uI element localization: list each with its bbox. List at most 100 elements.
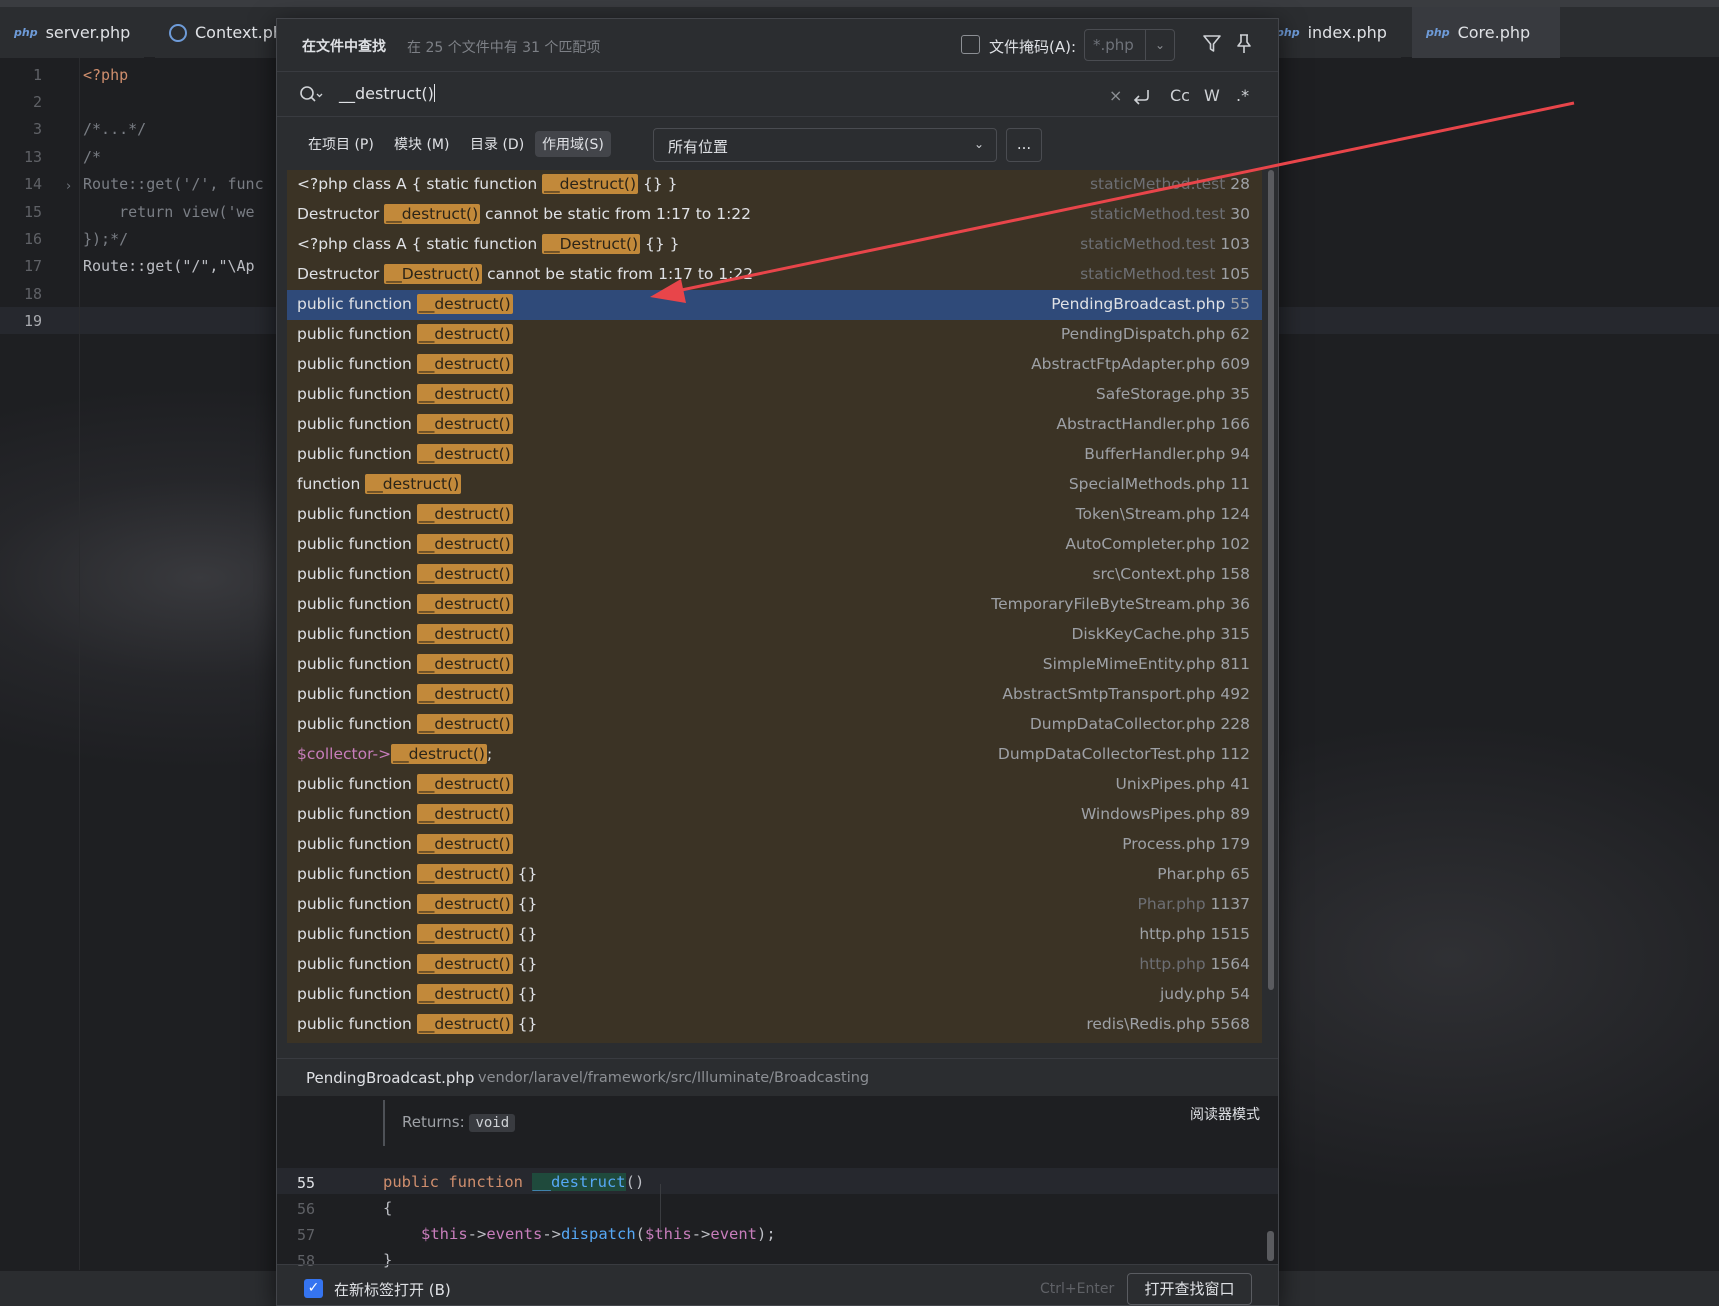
result-match-highlight: __destruct() <box>391 744 487 764</box>
result-row[interactable]: public function __destruct() Process.php … <box>287 830 1262 860</box>
result-snippet: public function __destruct() <box>297 684 513 704</box>
file-mask-input[interactable]: *.php <box>1084 29 1146 61</box>
result-row[interactable]: public function __destruct() PendingDispa… <box>287 320 1262 350</box>
result-line: 89 <box>1230 805 1250 823</box>
result-snippet: public function __destruct() {} <box>297 864 537 884</box>
scope-module[interactable]: 模块 (M) <box>387 131 456 157</box>
keyword: public function <box>383 1173 533 1191</box>
line-number: 3 <box>32 120 42 138</box>
result-row[interactable]: public function __destruct() BufferHandle… <box>287 440 1262 470</box>
fold-chevron-icon[interactable]: › <box>66 179 71 194</box>
open-in-new-tab-label[interactable]: 在新标签打开 (B) <box>334 1279 451 1300</box>
search-query: __destruct() <box>339 84 434 103</box>
result-snippet: public function __destruct() <box>297 594 513 614</box>
result-file: Phar.php <box>1157 865 1226 883</box>
result-row[interactable]: public function __destruct() {} redis\Red… <box>287 1010 1262 1040</box>
code-op: -> <box>691 1225 711 1243</box>
tab-core-php[interactable]: php Core.php <box>1412 7 1560 58</box>
tab-server-php[interactable]: php server.php <box>0 7 145 58</box>
result-row[interactable]: public function __destruct() SafeStorage.… <box>287 380 1262 410</box>
result-row[interactable]: public function __destruct() AbstractFtpA… <box>287 350 1262 380</box>
open-find-window-button[interactable]: 打开查找窗口 <box>1127 1273 1252 1305</box>
result-match-highlight: __destruct() <box>416 864 513 884</box>
preview-scrollbar[interactable] <box>1267 1231 1274 1261</box>
result-snippet: public function __destruct() <box>297 534 513 554</box>
result-line: 11 <box>1230 475 1250 493</box>
result-row[interactable]: function __destruct() SpecialMethods.php … <box>287 470 1262 500</box>
result-location: UnixPipes.php 41 <box>1115 775 1250 793</box>
result-row[interactable]: public function __destruct() {} http.php … <box>287 920 1262 950</box>
result-row[interactable]: public function __destruct() {} http.php … <box>287 950 1262 980</box>
whole-words-button[interactable]: W <box>1204 86 1220 105</box>
file-mask-dropdown-icon[interactable]: ⌄ <box>1145 29 1175 61</box>
result-snippet: public function __destruct() <box>297 834 513 854</box>
result-match-highlight: __destruct() <box>416 1014 513 1034</box>
result-line: 811 <box>1220 655 1250 673</box>
result-row[interactable]: Destructor __destruct() cannot be static… <box>287 200 1262 230</box>
result-row[interactable]: public function __destruct() AutoComplete… <box>287 530 1262 560</box>
result-match-highlight: __destruct() <box>416 594 513 614</box>
code-var: $this <box>421 1225 468 1243</box>
code-line: <?php <box>83 66 129 84</box>
result-location: judy.php 54 <box>1160 985 1250 1003</box>
result-row[interactable]: public function __destruct() AbstractSmtp… <box>287 680 1262 710</box>
regex-button[interactable]: .* <box>1236 86 1249 105</box>
code-line-folded[interactable]: /*...*/ <box>83 120 146 138</box>
line-number: 18 <box>23 285 42 303</box>
reader-mode-button[interactable]: 阅读器模式 <box>1190 1104 1260 1124</box>
result-row[interactable]: public function __destruct() SimpleMimeEn… <box>287 650 1262 680</box>
result-row[interactable]: <?php class A { static function __Destru… <box>287 230 1262 260</box>
scope-select[interactable]: 所有位置 ⌄ <box>653 128 997 162</box>
result-row[interactable]: public function __destruct() DiskKeyCache… <box>287 620 1262 650</box>
result-match-highlight: __destruct() <box>365 474 462 494</box>
result-row[interactable]: <?php class A { static function __destru… <box>287 170 1262 200</box>
dialog-header[interactable]: 在文件中查找 在 25 个文件中有 31 个匹配项 文件掩码(A): *.php… <box>277 19 1278 71</box>
results-list[interactable]: <?php class A { static function __destru… <box>287 170 1262 1043</box>
result-line: 158 <box>1220 565 1250 583</box>
search-input[interactable]: __destruct() <box>339 84 939 103</box>
search-row: __destruct() × Cc W .* <box>277 71 1278 117</box>
result-row[interactable]: public function __destruct() src\Context.… <box>287 560 1262 590</box>
clear-search-icon[interactable]: × <box>1109 86 1122 105</box>
result-row[interactable]: public function __destruct() {} Phar.php … <box>287 860 1262 890</box>
result-row[interactable]: $collector-> __destruct(); DumpDataCollect… <box>287 740 1262 770</box>
preview-line-number: 55 <box>297 1174 316 1192</box>
result-match-highlight: __destruct() <box>416 414 513 434</box>
result-location: redis\Redis.php 5568 <box>1086 1015 1250 1033</box>
result-line: 1564 <box>1210 955 1250 973</box>
result-prefix: public function <box>297 865 417 883</box>
file-mask-checkbox[interactable] <box>961 35 980 54</box>
new-line-icon[interactable] <box>1132 88 1152 106</box>
search-history-icon[interactable] <box>299 85 323 105</box>
code-preview[interactable]: Returns: void 阅读器模式 55 56 57 58 public f… <box>277 1096 1278 1270</box>
result-match-highlight: __destruct() <box>416 384 513 404</box>
open-in-new-tab-checkbox[interactable]: ✓ <box>304 1279 323 1298</box>
result-match-highlight: __destruct() <box>416 294 513 314</box>
result-row[interactable]: public function __destruct() {} judy.php … <box>287 980 1262 1010</box>
tab-index-php[interactable]: php index.php <box>1262 7 1401 58</box>
result-row[interactable]: public function __destruct() UnixPipes.ph… <box>287 770 1262 800</box>
results-scrollbar[interactable] <box>1268 170 1274 990</box>
result-row[interactable]: public function __destruct() TemporaryFil… <box>287 590 1262 620</box>
pin-icon[interactable] <box>1235 33 1253 55</box>
scope-custom[interactable]: 作用域(S) <box>535 131 611 157</box>
result-snippet: public function __destruct() <box>297 654 513 674</box>
filter-icon[interactable] <box>1202 33 1222 55</box>
match-case-button[interactable]: Cc <box>1170 86 1190 105</box>
result-row[interactable]: public function __destruct() PendingBroad… <box>287 290 1262 320</box>
result-row[interactable]: public function __destruct() WindowsPipes… <box>287 800 1262 830</box>
preview-line-number: 57 <box>297 1226 316 1244</box>
result-row[interactable]: public function __destruct() Token\Stream… <box>287 500 1262 530</box>
result-row[interactable]: Destructor __Destruct() cannot be static… <box>287 260 1262 290</box>
scope-more-button[interactable]: ... <box>1006 128 1042 162</box>
result-file: judy.php <box>1159 985 1226 1003</box>
result-location: AbstractFtpAdapter.php 609 <box>1031 355 1250 373</box>
scope-directory[interactable]: 目录 (D) <box>463 131 531 157</box>
result-snippet: public function __destruct() <box>297 414 513 434</box>
result-location: AbstractHandler.php 166 <box>1056 415 1250 433</box>
result-row[interactable]: public function __destruct() {} Phar.php … <box>287 890 1262 920</box>
result-file: redis\Redis.php <box>1086 1015 1206 1033</box>
result-row[interactable]: public function __destruct() AbstractHand… <box>287 410 1262 440</box>
result-row[interactable]: public function __destruct() DumpDataColl… <box>287 710 1262 740</box>
scope-project[interactable]: 在项目 (P) <box>301 131 381 157</box>
